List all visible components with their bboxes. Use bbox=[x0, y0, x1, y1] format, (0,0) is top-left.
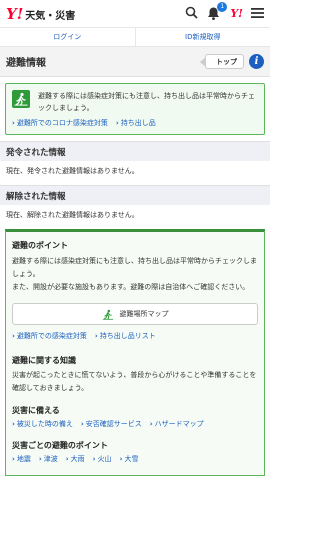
page-title: 避難情報 bbox=[6, 58, 46, 69]
covid-notice: 避難する際には感染症対策にも注意し、持ち出し品は平常時からチェックしましょう。 … bbox=[5, 83, 265, 135]
top-bar: Y! 天気・災害 1 Y! bbox=[0, 0, 270, 28]
notification-bell-icon[interactable]: 1 bbox=[206, 1, 228, 22]
yahoo-top-link[interactable]: Y! bbox=[230, 7, 243, 20]
carry-items-list-link[interactable]: 持ち出し品リスト bbox=[95, 331, 156, 341]
evacuation-points-title: 避難のポイント bbox=[12, 241, 68, 250]
tsunami-link[interactable]: 津波 bbox=[39, 454, 58, 465]
knowledge-text: 災害が起こったときに慌てないよう、普段から心がけることや準備することを確認してお… bbox=[12, 371, 257, 392]
info-icon[interactable]: i bbox=[249, 54, 264, 69]
menu-icon[interactable] bbox=[251, 7, 264, 21]
evacuation-person-icon bbox=[12, 90, 30, 108]
safety-check-link[interactable]: 安否確認サービス bbox=[81, 419, 142, 430]
register-link[interactable]: ID新規取得 bbox=[136, 28, 271, 46]
yahoo-weather-logo[interactable]: Y! 天気・災害 bbox=[6, 5, 75, 23]
shelter-infection-link[interactable]: 避難所での感染症対策 bbox=[12, 331, 87, 341]
evacuation-map-label: 避難場所マップ bbox=[119, 310, 169, 318]
by-disaster-title: 災害ごとの避難のポイント bbox=[12, 441, 108, 450]
hazard-map-link[interactable]: ハザードマップ bbox=[150, 419, 204, 430]
login-link[interactable]: ログイン bbox=[0, 28, 136, 46]
carry-items-link[interactable]: 持ち出し品 bbox=[116, 118, 156, 128]
service-name: 天気・災害 bbox=[25, 10, 76, 22]
yahoo-logo-mark: Y! bbox=[6, 4, 24, 23]
covid-notice-text: 避難する際には感染症対策にも注意し、持ち出し品は平常時からチェックしましょう。 bbox=[38, 92, 255, 112]
notification-badge: 1 bbox=[217, 1, 228, 12]
evacuation-map-button[interactable]: 避難場所マップ bbox=[12, 303, 258, 325]
issued-info-heading: 発令された情報 bbox=[0, 141, 270, 161]
heavy-rain-link[interactable]: 大雨 bbox=[66, 454, 85, 465]
issued-info-text: 現在、発令された避難情報はありません。 bbox=[6, 167, 139, 175]
disaster-prep-link[interactable]: 被災した時の備え bbox=[12, 419, 73, 430]
prepare-title: 災害に備える bbox=[12, 406, 60, 415]
evacuation-person-icon bbox=[102, 309, 114, 320]
evacuation-points-text-2: また、開設が必要な施設もあります。避難の際は自治体へご確認ください。 bbox=[12, 283, 250, 291]
earthquake-link[interactable]: 地震 bbox=[12, 454, 31, 465]
lifted-info-heading: 解除された情報 bbox=[0, 185, 270, 205]
evacuation-points-text-1: 避難する際には感染症対策にも注意し、持ち出し品は平常時からチェックしましょう。 bbox=[12, 257, 257, 278]
evacuation-points-panel: 避難のポイント 避難する際には感染症対策にも注意し、持ち出し品は平常時からチェッ… bbox=[5, 229, 265, 476]
lifted-info-text: 現在、解除された避難情報はありません。 bbox=[6, 211, 139, 219]
heavy-snow-link[interactable]: 大雪 bbox=[120, 454, 138, 465]
knowledge-title: 避難に関する知識 bbox=[12, 356, 76, 365]
covid-measures-link[interactable]: 避難所でのコロナ感染症対策 bbox=[12, 118, 108, 128]
page-header: 避難情報 トップ i bbox=[0, 47, 270, 77]
volcano-link[interactable]: 火山 bbox=[93, 454, 112, 465]
top-back-button[interactable]: トップ bbox=[200, 54, 244, 69]
account-bar: ログイン ID新規取得 bbox=[0, 28, 270, 47]
search-icon[interactable] bbox=[185, 6, 198, 21]
